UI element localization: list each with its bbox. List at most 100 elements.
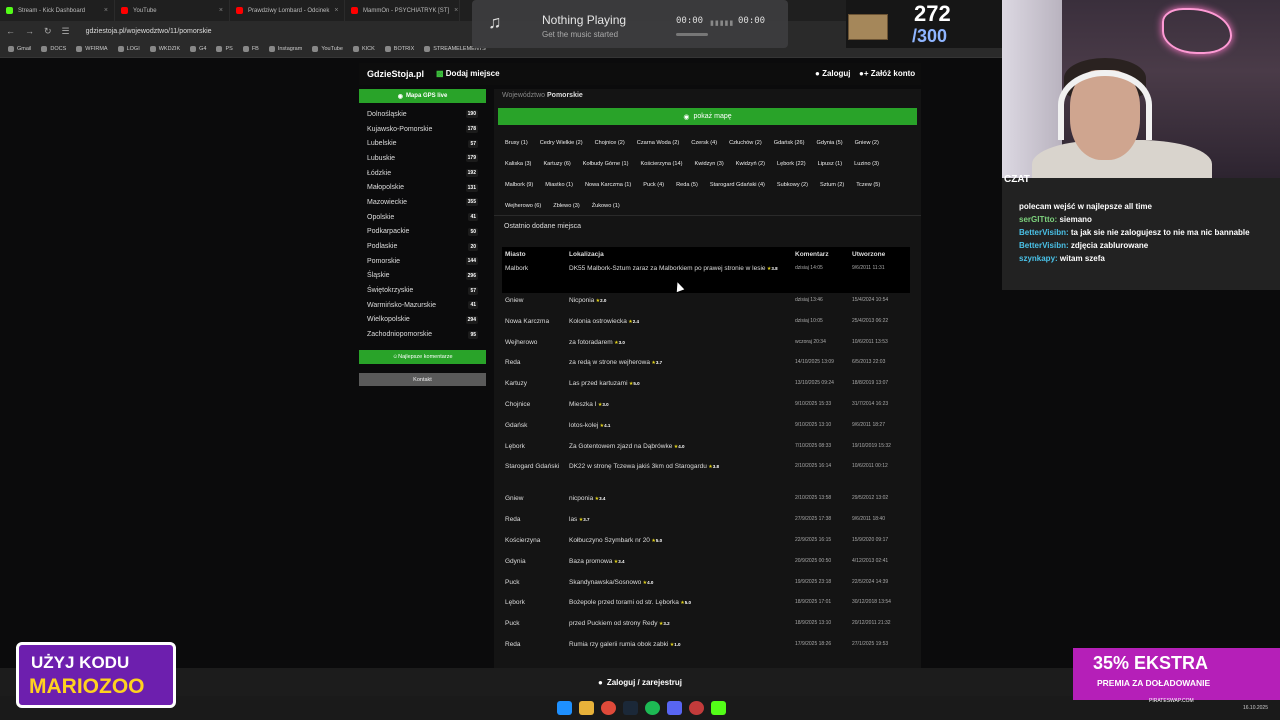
sidebar-item-voivodeship[interactable]: Łódzkie 192 [359, 166, 486, 181]
sidebar-item-voivodeship[interactable]: Kujawsko-Pomorskie 178 [359, 122, 486, 137]
table-row[interactable]: Nowa Karczma Kolonia ostrowiecka ★2.4 dzis… [502, 314, 910, 335]
discord-icon[interactable] [667, 701, 682, 715]
show-map-button[interactable]: ◉ pokaż mapę [498, 108, 917, 125]
spotify-icon[interactable] [645, 701, 660, 715]
table-row[interactable]: Kościerzyna Kołbuczyno Szymbark nr 20 ★5.… [502, 533, 910, 554]
city-link[interactable]: Nowa Karczma (1) [580, 174, 636, 195]
row-location[interactable]: Za Gotentowem zjazd na Dąbrówke ★4.0 [569, 443, 795, 460]
bookmark-item[interactable]: FB [242, 46, 259, 52]
bookmark-item[interactable]: KICK [352, 46, 375, 52]
table-row[interactable]: Gdynia Baza promowa ★3.4 20/9/2025 00:50 4/… [502, 554, 910, 575]
sidebar-item-voivodeship[interactable]: Lubuskie 179 [359, 151, 486, 166]
close-tab-icon[interactable]: × [219, 7, 223, 14]
steam-icon[interactable] [623, 701, 638, 715]
city-link[interactable]: Kaliska (3) [500, 153, 536, 174]
city-link[interactable]: Malbork (9) [500, 174, 538, 195]
table-row[interactable]: Gniew Nicponia ★2.0 dzisiaj 13:46 15/4/2024… [502, 293, 910, 314]
close-tab-icon[interactable]: × [104, 7, 108, 14]
login-link[interactable]: ● Zaloguj [815, 69, 851, 78]
bookmark-item[interactable]: DOCS [41, 46, 66, 52]
city-link[interactable]: Puck (4) [638, 174, 669, 195]
table-row[interactable]: Puck Skandynawska/Sosnowo ★4.0 19/9/2025 2… [502, 575, 910, 596]
add-place-link[interactable]: ▩ Dodaj miejsce [436, 69, 500, 78]
sidebar-item-voivodeship[interactable]: Warmińsko-Mazurskie 41 [359, 298, 486, 313]
bookmark-item[interactable]: G4 [190, 46, 206, 52]
sidebar-item-voivodeship[interactable]: Mazowieckie 355 [359, 195, 486, 210]
city-link[interactable]: Brusy (1) [500, 132, 533, 153]
start-menu-icon[interactable] [557, 701, 572, 715]
contact-button[interactable]: Kontakt [359, 373, 486, 386]
close-tab-icon[interactable]: × [454, 7, 458, 14]
bookmark-item[interactable]: YouTube [312, 46, 343, 52]
bookmark-item[interactable]: Gmail [8, 46, 31, 52]
url-field[interactable]: gdziestoja.pl/wojewodztwo/11/pomorskie [86, 28, 212, 35]
row-location[interactable]: za redą w strone wejherowa ★3.7 [569, 359, 795, 376]
bookmark-item[interactable]: PS [216, 46, 233, 52]
city-link[interactable]: Gdańsk (26) [769, 132, 810, 153]
best-comments-button[interactable]: ☺ Najlepsze komentarze [359, 350, 486, 364]
chrome-icon[interactable] [601, 701, 616, 715]
table-row[interactable]: Lębork Bożepole przed torami od str. Lębo… [502, 595, 910, 616]
sidebar-item-voivodeship[interactable]: Śląskie 296 [359, 269, 486, 284]
row-location[interactable]: Kolonia ostrowiecka ★2.4 [569, 318, 795, 335]
city-link[interactable]: Sztum (2) [815, 174, 849, 195]
table-row[interactable]: Starogard Gdański DK22 w stronę Tczewa ja… [502, 459, 910, 491]
table-row[interactable]: Reda Rumia rzy galerii rumia obok zabki ★… [502, 637, 910, 658]
browser-tab[interactable]: MammOn - PSYCHIATRYK [ST] × [345, 0, 460, 21]
city-link[interactable]: Gdynia (5) [812, 132, 848, 153]
site-logo[interactable]: GdzieStoja.pl [367, 69, 424, 79]
row-location[interactable]: Bożepole przed torami od str. Lęborka ★5… [569, 599, 795, 616]
city-link[interactable]: Czarna Woda (2) [632, 132, 685, 153]
row-location[interactable]: przed Puckiem od strony Redy ★3.2 [569, 620, 795, 637]
row-location[interactable]: nicponia ★3.4 [569, 495, 795, 512]
table-row[interactable]: Gdańsk lotos-kolej ★4.1 9/10/2025 13:10 9/6… [502, 418, 910, 439]
city-link[interactable]: Wejherowo (6) [500, 195, 546, 216]
row-location[interactable]: Nicponia ★2.0 [569, 297, 795, 314]
city-link[interactable]: Kartuzy (6) [538, 153, 575, 174]
bookmark-item[interactable]: BOTRIX [384, 46, 414, 52]
city-link[interactable]: Kwidzyń (2) [731, 153, 770, 174]
row-location[interactable]: Las przed kartuzami ★5.0 [569, 380, 795, 397]
row-location[interactable]: DK22 w stronę Tczewa jakiś 3km od Starog… [569, 463, 795, 491]
browser-tab[interactable]: YouTube × [115, 0, 230, 21]
file-explorer-icon[interactable] [579, 701, 594, 715]
city-link[interactable]: Czersk (4) [686, 132, 722, 153]
row-location[interactable]: las ★3.7 [569, 516, 795, 533]
table-row[interactable]: Reda las ★3.7 27/9/2025 17:38 9/6/2011 18:4… [502, 512, 910, 533]
row-location[interactable]: Baza promowa ★3.4 [569, 558, 795, 575]
bookmark-item[interactable]: LOGI [117, 46, 140, 52]
bookmark-item[interactable]: WFIRMA [76, 46, 108, 52]
table-row[interactable]: Malbork DK55 Malbork-Sztum zaraz za Malbo… [502, 261, 910, 293]
bookmark-item[interactable]: WKDZIK [149, 46, 180, 52]
row-location[interactable]: lotos-kolej ★4.1 [569, 422, 795, 439]
sidebar-item-voivodeship[interactable]: Wielkopolskie 294 [359, 313, 486, 328]
close-tab-icon[interactable]: × [334, 7, 338, 14]
register-link[interactable]: ●+ Załóż konto [859, 69, 915, 78]
city-link[interactable]: Luzino (3) [849, 153, 884, 174]
sidebar-item-voivodeship[interactable]: Małopolskie 131 [359, 180, 486, 195]
sidebar-item-voivodeship[interactable]: Zachodniopomorskie 95 [359, 327, 486, 342]
city-link[interactable]: Zblewo (3) [548, 195, 584, 216]
city-link[interactable]: Gniew (2) [850, 132, 884, 153]
city-link[interactable]: Lipusz (1) [813, 153, 848, 174]
city-link[interactable]: Miastko (1) [540, 174, 578, 195]
sidebar-item-voivodeship[interactable]: Opolskie 41 [359, 210, 486, 225]
row-location[interactable]: Kołbuczyno Szymbark nr 20 ★5.0 [569, 537, 795, 554]
bookmark-item[interactable]: Instagram [268, 46, 302, 52]
city-link[interactable]: Żukowo (1) [587, 195, 625, 216]
sidebar-item-voivodeship[interactable]: Podkarpackie 50 [359, 225, 486, 240]
city-link[interactable]: Reda (5) [671, 174, 703, 195]
table-row[interactable]: Chojnice Mieszka I ★3.0 9/10/2025 15:33 31/… [502, 397, 910, 418]
browser-tab[interactable]: Stream - Kick Dashboard × [0, 0, 115, 21]
row-location[interactable]: Rumia rzy galerii rumia obok zabki ★1.0 [569, 641, 795, 658]
city-link[interactable]: Kościerzyna (14) [636, 153, 688, 174]
table-row[interactable]: Kartuzy Las przed kartuzami ★5.0 13/10/202… [502, 376, 910, 397]
sidebar-item-voivodeship[interactable]: Podlaskie 20 [359, 239, 486, 254]
forward-icon[interactable]: → [25, 26, 34, 36]
sidebar-item-voivodeship[interactable]: Lubelskie 57 [359, 136, 486, 151]
table-row[interactable]: Gniew nicponia ★3.4 2/10/2025 13:58 29/5/20… [502, 491, 910, 512]
back-icon[interactable]: ← [6, 26, 15, 36]
row-location[interactable]: za fotoradarem ★3.0 [569, 339, 795, 356]
city-link[interactable]: Subkowy (2) [772, 174, 813, 195]
site-info-icon[interactable]: ☰ [62, 26, 70, 37]
